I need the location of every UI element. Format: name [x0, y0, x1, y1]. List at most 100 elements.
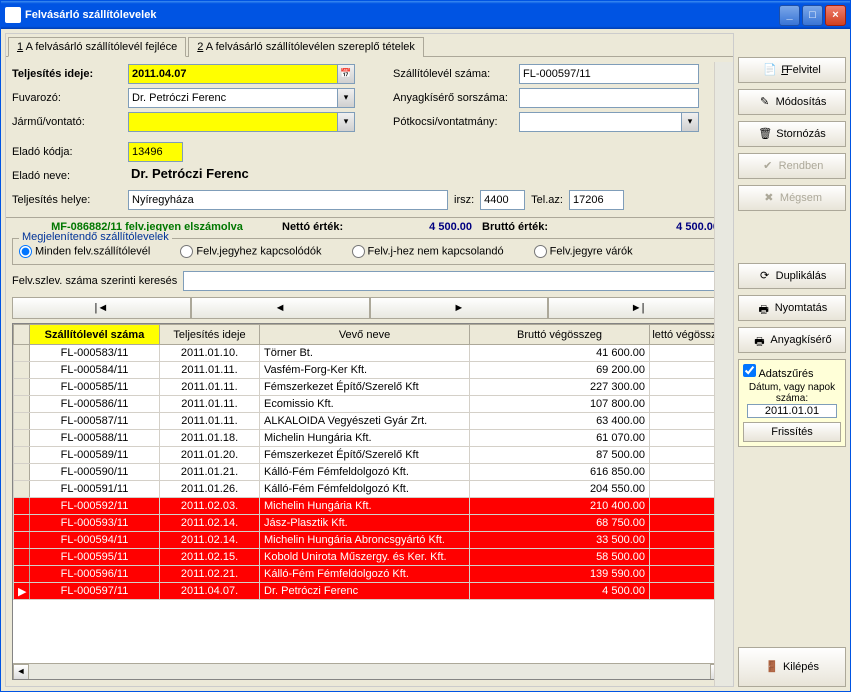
- btn-stornozas[interactable]: 🗑Stornózás: [738, 121, 846, 147]
- nav-prev[interactable]: ◄: [191, 297, 370, 319]
- trash-icon: 🗑: [758, 127, 772, 141]
- label-jarmu: Jármű/vontató:: [12, 116, 122, 128]
- btn-modositas[interactable]: ✎Módosítás: [738, 89, 846, 115]
- close-button[interactable]: ×: [825, 5, 846, 26]
- print-icon: 🖶: [757, 301, 771, 315]
- label-netto: Nettó érték:: [282, 221, 352, 233]
- nav-next[interactable]: ►: [370, 297, 549, 319]
- input-potkocsi[interactable]: [519, 112, 682, 132]
- col-vevo[interactable]: Vevő neve: [260, 325, 470, 345]
- minimize-button[interactable]: _: [779, 5, 800, 26]
- table-row[interactable]: FL-000585/112011.01.11.Fémszerkezet Épít…: [14, 379, 726, 396]
- label-szallszam: Szállítólevél száma:: [393, 68, 513, 80]
- btn-frissites[interactable]: Frissítés: [743, 422, 841, 442]
- radio-notlink[interactable]: Felv.j-hez nem kapcsolandó: [352, 245, 504, 258]
- table-row[interactable]: FL-000588/112011.01.18.Michelin Hungária…: [14, 430, 726, 447]
- input-telj-hely[interactable]: [128, 190, 448, 210]
- table-row[interactable]: FL-000590/112011.01.21.Kálló-Fém Fémfeld…: [14, 464, 726, 481]
- tab-header[interactable]: 1 A felvásárló szállítólevél fejléce: [8, 37, 186, 57]
- input-telaz[interactable]: [569, 190, 624, 210]
- tabstrip: 1 A felvásárló szállítólevél fejléce 2 A…: [6, 34, 733, 57]
- btn-anyagkisero[interactable]: 🖶Anyagkísérő: [738, 327, 846, 353]
- input-elado-kod[interactable]: [128, 142, 183, 162]
- table-row[interactable]: FL-000591/112011.01.26.Kálló-Fém Fémfeld…: [14, 481, 726, 498]
- nav-first[interactable]: |◄: [12, 297, 191, 319]
- print-icon: 🖶: [752, 333, 766, 347]
- label-fuvarozo: Fuvarozó:: [12, 92, 122, 104]
- col-szallszam[interactable]: Szállítólevél száma: [30, 325, 160, 345]
- table-row[interactable]: FL-000596/112011.02.21.Kálló-Fém Fémfeld…: [14, 566, 726, 583]
- btn-rendben: ✔Rendben: [738, 153, 846, 179]
- chk-adatszures[interactable]: Adatszűrés: [743, 368, 813, 380]
- chevron-down-icon[interactable]: ▾: [338, 112, 355, 132]
- filter-group-title: Megjelenítendő szállítólevelek: [19, 231, 172, 243]
- calendar-icon[interactable]: 📅: [338, 64, 355, 84]
- label-telaz: Tel.az:: [531, 194, 563, 206]
- app-window: Felvásárló szállítólevelek _ □ × 1 A fel…: [0, 0, 851, 692]
- titlebar: Felvásárló szállítólevelek _ □ ×: [1, 1, 850, 29]
- window-title: Felvásárló szállítólevelek: [25, 9, 779, 21]
- btn-megsem: ✖Mégsem: [738, 185, 846, 211]
- nav-last[interactable]: ►|: [548, 297, 727, 319]
- label-irsz: irsz:: [454, 194, 474, 206]
- new-icon: 📄: [763, 63, 777, 77]
- table-row[interactable]: FL-000586/112011.01.11.Ecomissio Kft.107…: [14, 396, 726, 413]
- table-row[interactable]: FL-000589/112011.01.20.Fémszerkezet Épít…: [14, 447, 726, 464]
- main-panel: 1 A felvásárló szállítólevél fejléce 2 A…: [5, 33, 734, 687]
- exit-icon: 🚪: [765, 660, 779, 674]
- table-row[interactable]: FL-000587/112011.01.11.ALKALOIDA Vegyész…: [14, 413, 726, 430]
- radio-all[interactable]: Minden felv.szállítólevél: [19, 245, 150, 258]
- value-brutto: 4 500.00: [562, 221, 727, 233]
- table-row[interactable]: FL-000584/112011.01.11.Vasfém-Forg-Ker K…: [14, 362, 726, 379]
- input-search[interactable]: [183, 271, 727, 291]
- radio-linked[interactable]: Felv.jegyhez kapcsolódók: [180, 245, 321, 258]
- radio-waiting[interactable]: Felv.jegyre várók: [534, 245, 633, 258]
- value-netto: 4 500.00: [352, 221, 472, 233]
- table-row[interactable]: FL-000594/112011.02.14.Michelin Hungária…: [14, 532, 726, 549]
- label-telj-hely: Teljesítés helye:: [12, 194, 122, 206]
- chevron-down-icon[interactable]: ▾: [338, 88, 355, 108]
- nav-buttons: |◄ ◄ ► ►|: [6, 295, 733, 321]
- label-teljesites: Teljesítés ideje:: [12, 68, 122, 80]
- input-anyagk[interactable]: [519, 88, 699, 108]
- label-brutto: Bruttó érték:: [482, 221, 562, 233]
- input-teljesites[interactable]: [128, 64, 338, 84]
- app-icon: [5, 7, 21, 23]
- table-row[interactable]: FL-000592/112011.02.03.Michelin Hungária…: [14, 498, 726, 515]
- form-area: Teljesítés ideje: 📅 Szállítólevél száma:…: [6, 57, 733, 217]
- col-brutto[interactable]: Bruttó végösszeg: [470, 325, 650, 345]
- check-icon: ✔: [761, 159, 775, 173]
- grid: Szállítólevél száma Teljesítés ideje Vev…: [12, 323, 727, 680]
- tab-items[interactable]: 2 A felvásárló szállítólevélen szereplő …: [188, 37, 424, 57]
- input-szallszam[interactable]: [519, 64, 699, 84]
- table-row[interactable]: FL-000583/112011.01.10.Törner Bt.41 600.…: [14, 345, 726, 362]
- label-search: Felv.szlev. száma szerinti keresés: [12, 275, 177, 287]
- table-row[interactable]: FL-000593/112011.02.14.Jász-Plasztik Kft…: [14, 515, 726, 532]
- input-datefilter[interactable]: [747, 404, 837, 418]
- btn-felvitel[interactable]: 📄FFelvitel: [738, 57, 846, 83]
- date-filter-box: Adatszűrés Dátum, vagy napok száma: Fris…: [738, 359, 846, 447]
- main-vscroll[interactable]: [714, 62, 733, 686]
- cancel-icon: ✖: [762, 191, 776, 205]
- chevron-down-icon[interactable]: ▾: [682, 112, 699, 132]
- maximize-button[interactable]: □: [802, 5, 823, 26]
- label-anyagk: Anyagkísérő sorszáma:: [393, 92, 513, 104]
- table-row[interactable]: ▶FL-000597/112011.04.07.Dr. Petróczi Fer…: [14, 583, 726, 600]
- grid-scrollbar[interactable]: ◄ ►: [13, 663, 726, 679]
- col-teljesites[interactable]: Teljesítés ideje: [160, 325, 260, 345]
- input-irsz[interactable]: [480, 190, 525, 210]
- right-panel: 📄FFelvitel ✎Módosítás 🗑Stornózás ✔Rendbe…: [738, 33, 846, 687]
- input-jarmu[interactable]: [128, 112, 338, 132]
- duplicate-icon: ⟳: [758, 269, 772, 283]
- edit-icon: ✎: [758, 95, 772, 109]
- label-elado-nev: Eladó neve:: [12, 170, 122, 182]
- btn-nyomtatas[interactable]: 🖶Nyomtatás: [738, 295, 846, 321]
- btn-kilepes[interactable]: 🚪Kilépés: [738, 647, 846, 687]
- label-elado-kod: Eladó kódja:: [12, 146, 122, 158]
- btn-duplikalas[interactable]: ⟳Duplikálás: [738, 263, 846, 289]
- input-fuvarozo[interactable]: [128, 88, 338, 108]
- text-elado-nev: Dr. Petróczi Ferenc: [128, 166, 727, 186]
- label-potkocsi: Pótkocsi/vontatmány:: [393, 116, 513, 128]
- table-row[interactable]: FL-000595/112011.02.15.Kobold Unirota Mű…: [14, 549, 726, 566]
- filter-groupbox: Megjelenítendő szállítólevelek Minden fe…: [12, 238, 727, 265]
